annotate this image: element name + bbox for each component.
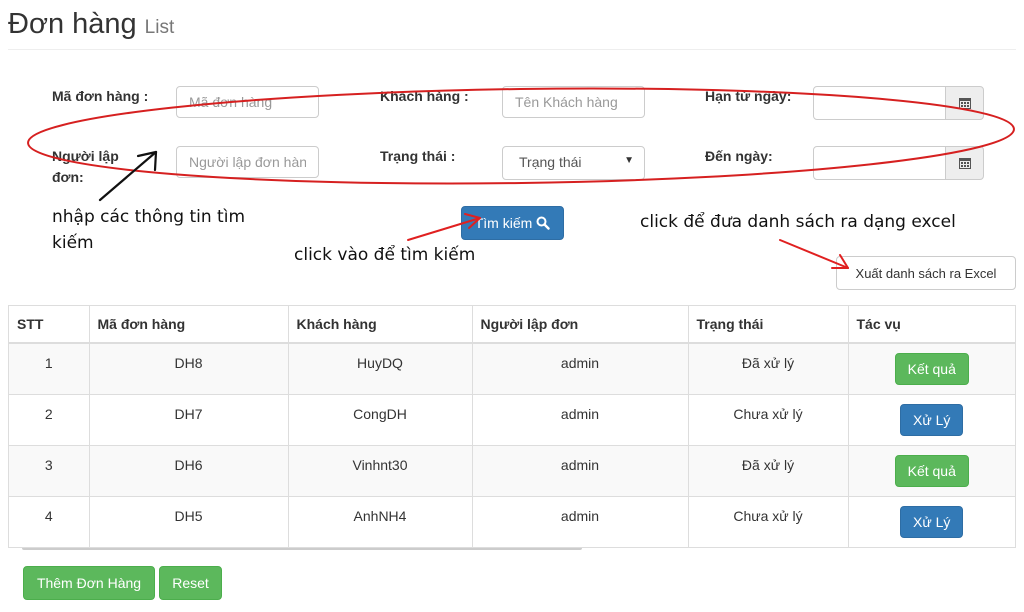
calendar-icon: [958, 98, 971, 109]
cell-creator: admin: [472, 444, 689, 496]
cell-order-code: DH8: [89, 342, 289, 394]
cell-order-code: DH6: [89, 444, 289, 496]
table-horizontal-scrollbar[interactable]: [22, 544, 582, 550]
creator-input[interactable]: [176, 146, 319, 178]
table-row: 3 DH6 Vinhnt30 admin Đã xử lý Kết quả: [9, 444, 1015, 496]
annotation-enter-info: nhập các thông tin tìm kiếm: [52, 207, 246, 253]
creator-label: Người lập đơn:: [52, 148, 119, 185]
chevron-down-icon: ▼: [624, 155, 634, 166]
cell-creator: admin: [472, 495, 689, 547]
reset-button[interactable]: Reset: [159, 566, 222, 600]
orders-table: STT Mã đơn hàng Khách hàng Người lập đơn…: [8, 305, 1016, 548]
cell-status: Đã xử lý: [688, 444, 849, 496]
cell-actions: Kết quả: [848, 342, 1015, 394]
to-date-input[interactable]: [813, 146, 946, 180]
from-date-group: [813, 86, 985, 120]
cell-creator: admin: [472, 393, 689, 445]
cell-status: Chưa xử lý: [688, 495, 849, 547]
to-date-label: Đến ngày:: [705, 148, 773, 164]
column-header-creator: Người lập đơn: [472, 306, 689, 344]
cell-status: Chưa xử lý: [688, 393, 849, 445]
cell-stt: 3: [9, 444, 90, 496]
column-header-stt: STT: [9, 306, 90, 344]
order-code-input[interactable]: [176, 86, 319, 118]
column-header-customer: Khách hàng: [288, 306, 473, 344]
page-subtitle: List: [144, 17, 175, 38]
cell-customer: HuyDQ: [288, 342, 473, 394]
table-header-row: STT Mã đơn hàng Khách hàng Người lập đơn…: [9, 306, 1015, 344]
table-row: 4 DH5 AnhNH4 admin Chưa xử lý Xử Lý: [9, 495, 1015, 547]
page-header: Đơn hàng List: [8, 4, 1016, 50]
export-excel-button[interactable]: Xuất danh sách ra Excel: [836, 256, 1016, 290]
calendar-icon: [958, 158, 971, 169]
status-select[interactable]: Trạng thái ▼: [502, 146, 645, 180]
search-button-label: Tìm kiếm: [474, 215, 533, 231]
cell-order-code: DH7: [89, 393, 289, 445]
add-order-button[interactable]: Thêm Đơn Hàng: [23, 566, 155, 600]
cell-customer: Vinhnt30: [288, 444, 473, 496]
cell-order-code: DH5: [89, 495, 289, 547]
order-code-label: Mã đơn hàng :: [52, 88, 149, 104]
from-date-label: Hạn từ ngày:: [705, 88, 792, 104]
table-row: 2 DH7 CongDH admin Chưa xử lý Xử Lý: [9, 393, 1015, 445]
annotation-click-search: click vào để tìm kiếm: [294, 245, 476, 265]
cell-actions: Xử Lý: [848, 495, 1015, 547]
cell-actions: Kết quả: [848, 444, 1015, 496]
to-date-calendar-button[interactable]: [945, 146, 984, 180]
cell-stt: 2: [9, 393, 90, 445]
cell-creator: admin: [472, 342, 689, 394]
page-title: Đơn hàng List: [8, 8, 175, 40]
column-header-status: Trạng thái: [688, 306, 849, 344]
cell-stt: 1: [9, 342, 90, 394]
table-row: 1 DH8 HuyDQ admin Đã xử lý Kết quả: [9, 342, 1015, 394]
result-button[interactable]: Kết quả: [894, 454, 969, 487]
search-icon: [536, 216, 550, 230]
customer-label: Khách hàng :: [380, 88, 469, 104]
column-header-order-code: Mã đơn hàng: [89, 306, 289, 344]
cell-actions: Xử Lý: [848, 393, 1015, 445]
cell-customer: AnhNH4: [288, 495, 473, 547]
result-button[interactable]: Kết quả: [894, 352, 969, 385]
from-date-input[interactable]: [813, 86, 946, 120]
cell-stt: 4: [9, 495, 90, 547]
column-header-actions: Tác vụ: [848, 306, 1015, 344]
annotation-click-export: click để đưa danh sách ra dạng excel: [640, 212, 956, 232]
status-select-value: Trạng thái: [519, 154, 582, 170]
process-button[interactable]: Xử Lý: [900, 505, 964, 538]
cell-customer: CongDH: [288, 393, 473, 445]
process-button[interactable]: Xử Lý: [900, 403, 964, 436]
to-date-group: [813, 146, 985, 180]
from-date-calendar-button[interactable]: [945, 86, 984, 120]
cell-status: Đã xử lý: [688, 342, 849, 394]
status-label: Trạng thái :: [380, 148, 456, 164]
search-button[interactable]: Tìm kiếm: [461, 206, 564, 240]
customer-input[interactable]: [502, 86, 645, 118]
